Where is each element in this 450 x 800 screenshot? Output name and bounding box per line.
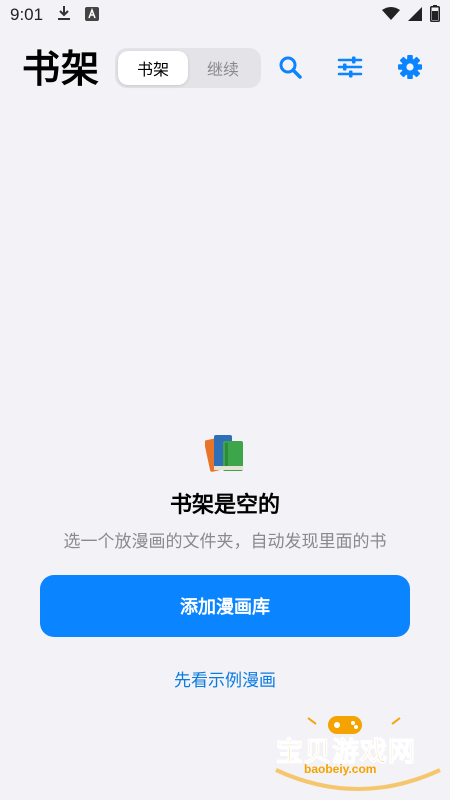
books-icon xyxy=(204,433,247,473)
empty-state-title: 书架是空的 xyxy=(169,493,280,518)
wifi-icon xyxy=(382,6,400,25)
add-library-button[interactable]: 添加漫画库 xyxy=(40,575,410,637)
watermark-logo: 宝贝游戏网 baobeiy.com xyxy=(268,708,448,798)
view-switcher: 书架 继续 xyxy=(115,48,261,88)
view-sample-link[interactable]: 先看示例漫画 xyxy=(0,666,450,691)
status-time: 9:01 xyxy=(10,5,44,24)
search-button[interactable] xyxy=(275,54,305,84)
app-header: 书架 书架 继续 xyxy=(0,44,450,94)
page-title: 书架 xyxy=(22,47,101,91)
battery-icon xyxy=(430,4,440,26)
empty-state-subtitle: 选一个放漫画的文件夹，自动发现里面的书 xyxy=(63,532,387,552)
download-icon xyxy=(57,5,71,25)
search-icon xyxy=(278,55,302,83)
tab-continue[interactable]: 继续 xyxy=(188,51,258,85)
watermark-url: baobeiy.com xyxy=(304,762,377,776)
filter-icon xyxy=(337,55,363,83)
settings-button[interactable] xyxy=(395,54,425,84)
tab-bookshelf[interactable]: 书架 xyxy=(118,51,188,85)
status-bar: 9:01 xyxy=(0,0,450,30)
gear-icon xyxy=(397,54,423,84)
a-badge-icon xyxy=(85,6,100,25)
filter-button[interactable] xyxy=(335,54,365,84)
signal-icon xyxy=(408,6,422,25)
